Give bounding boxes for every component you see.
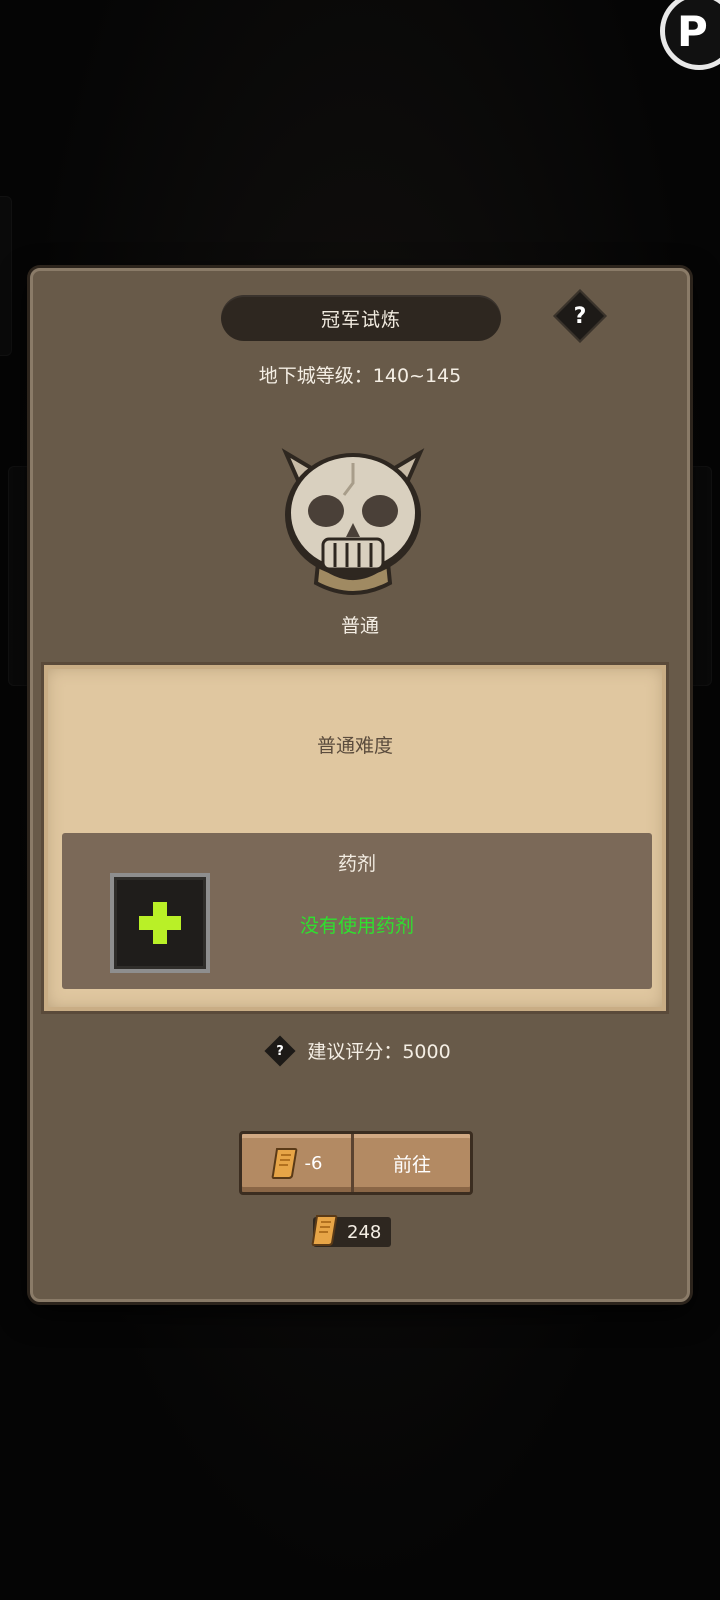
- scroll-icon: [271, 1148, 297, 1179]
- potion-section: 药剂 没有使用药剂: [62, 833, 652, 989]
- potion-status: 没有使用药剂: [299, 915, 414, 937]
- ticket-count: 248: [311, 1215, 392, 1247]
- skull-icon[interactable]: [278, 443, 428, 603]
- go-button[interactable]: -6 前往: [239, 1131, 473, 1195]
- panel-title: 冠军试炼: [320, 308, 401, 331]
- panel-title-bar: 冠军试炼: [221, 295, 501, 341]
- help-button[interactable]: ?: [553, 289, 607, 343]
- background-ui-hint: [0, 196, 12, 356]
- score-help-button[interactable]: ?: [264, 1034, 296, 1067]
- recommended-score: ? 建议评分：5000: [33, 1034, 687, 1067]
- difficulty-label: 普通: [340, 615, 379, 637]
- difficulty-card: 普通难度 药剂 没有使用药剂: [41, 662, 669, 1014]
- go-label: 前往: [392, 1153, 431, 1176]
- help-icon: ?: [276, 1043, 285, 1058]
- background-ui-hint: [688, 466, 712, 686]
- corner-badge-letter: P: [677, 6, 708, 56]
- corner-badge[interactable]: P: [660, 0, 720, 70]
- recommended-score-text: 建议评分：5000: [307, 1041, 451, 1063]
- scroll-icon: [311, 1215, 338, 1246]
- potion-title: 药剂: [337, 853, 376, 875]
- champion-trial-panel: 冠军试炼 ? 地下城等级：140~145 普通 普通难度 药剂 没有使用药剂 ?…: [30, 268, 690, 1302]
- help-icon: ?: [573, 303, 587, 329]
- go-cost: -6: [242, 1134, 354, 1192]
- background-ui-hint: [8, 466, 32, 686]
- difficulty-card-title: 普通难度: [316, 735, 393, 757]
- game-screen: P 冠军试炼 ? 地下城等级：140~145 普通 普通难度 药剂 没有使用药剂…: [0, 0, 720, 1600]
- ticket-count-value: 248: [347, 1221, 382, 1243]
- dungeon-level: 地下城等级：140~145: [258, 365, 462, 387]
- go-cost-value: -6: [304, 1152, 323, 1174]
